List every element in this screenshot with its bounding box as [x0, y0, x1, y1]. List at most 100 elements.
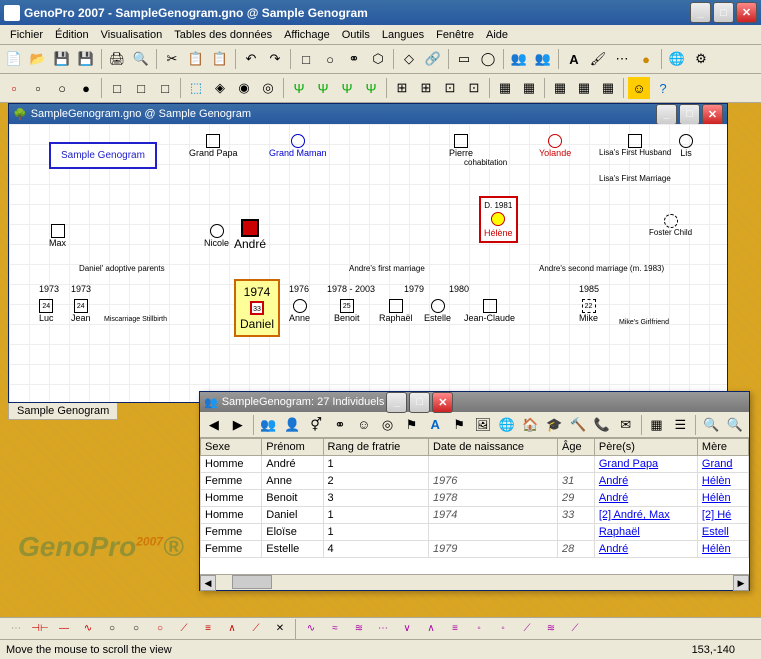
link-pere[interactable]: Grand Papa [599, 458, 658, 470]
cell[interactable]: [2] André, Max [594, 507, 697, 524]
color-button[interactable]: 🖌 [587, 48, 609, 70]
cell[interactable]: Femme [201, 524, 262, 541]
t-list[interactable]: ☰ [669, 414, 691, 436]
print-button[interactable]: 🖨 [106, 48, 128, 70]
cell[interactable]: 4 [323, 541, 428, 558]
legend-box[interactable]: Sample Genogram [49, 142, 157, 169]
bt17[interactable]: ∨ [396, 618, 418, 640]
node-grand-papa[interactable]: Grand Papa [189, 134, 238, 158]
bt9[interactable]: ≡ [197, 618, 219, 640]
dots-button[interactable]: ⋯ [611, 48, 633, 70]
t-globe[interactable]: 🌐 [496, 414, 518, 436]
cell[interactable] [428, 456, 557, 473]
tool-a[interactable]: 👥 [508, 48, 530, 70]
maximize-button[interactable]: □ [713, 2, 734, 23]
twins-icon[interactable]: ◇ [398, 48, 420, 70]
cell[interactable]: Benoit [262, 490, 323, 507]
bt4[interactable]: ∿ [77, 618, 99, 640]
copy-button[interactable]: 📋 [185, 48, 207, 70]
cell[interactable]: Grand Papa [594, 456, 697, 473]
sym13[interactable]: Ψ [312, 77, 334, 99]
cell[interactable]: Estell [697, 524, 748, 541]
bt8[interactable]: ⟋ [173, 618, 195, 640]
doc-close[interactable]: ✕ [702, 104, 723, 125]
doc-maximize[interactable]: □ [679, 104, 700, 125]
table-row[interactable]: HommeBenoit3197829AndréHélèn [201, 490, 749, 507]
bt12[interactable]: ✕ [269, 618, 291, 640]
node-lisa-husband[interactable]: Lisa's First Husband [599, 134, 671, 157]
sym15[interactable]: Ψ [360, 77, 382, 99]
cell[interactable] [558, 456, 595, 473]
node-raphael[interactable]: Raphaël [379, 299, 413, 323]
node-estelle[interactable]: Estelle [424, 299, 451, 323]
bt5[interactable]: ○ [101, 618, 123, 640]
bt20[interactable]: ◦ [468, 618, 490, 640]
globe-icon[interactable]: 🌐 [666, 48, 688, 70]
grid3-button[interactable]: ▦ [597, 77, 619, 99]
link-mere[interactable]: [2] Hé [702, 509, 731, 521]
sym18[interactable]: ⊡ [439, 77, 461, 99]
bt15[interactable]: ≋ [348, 618, 370, 640]
link-pere[interactable]: André [599, 475, 628, 487]
scroll-right[interactable]: ▶ [733, 575, 749, 591]
shape1-icon[interactable]: ▭ [453, 48, 475, 70]
table-row[interactable]: HommeDaniel1197433[2] André, Max[2] Hé [201, 507, 749, 524]
close-button[interactable]: ✕ [736, 2, 757, 23]
label-button[interactable]: A [563, 48, 585, 70]
bt16[interactable]: ⋯ [372, 618, 394, 640]
bt19[interactable]: ≡ [444, 618, 466, 640]
col-5[interactable]: Père(s) [594, 439, 697, 456]
bt21[interactable]: ◦ [492, 618, 514, 640]
undo-button[interactable]: ↶ [240, 48, 262, 70]
t-ring[interactable]: ◎ [377, 414, 399, 436]
node-yolande[interactable]: Yolande [539, 134, 571, 158]
cell[interactable]: Estelle [262, 541, 323, 558]
node-grand-maman[interactable]: Grand Maman [269, 134, 327, 158]
menu-outils[interactable]: Outils [336, 27, 376, 43]
cell[interactable]: Homme [201, 507, 262, 524]
node-jean[interactable]: 24Jean [71, 299, 91, 323]
bt11[interactable]: ⟋ [245, 618, 267, 640]
menu-tables[interactable]: Tables des données [168, 27, 278, 43]
tool-b[interactable]: 👥 [532, 48, 554, 70]
female-icon[interactable]: ○ [319, 48, 341, 70]
sym14[interactable]: Ψ [336, 77, 358, 99]
link-pere[interactable]: [2] André, Max [599, 509, 670, 521]
bt14[interactable]: ≈ [324, 618, 346, 640]
cell[interactable]: 33 [558, 507, 595, 524]
bt7[interactable]: ○ [149, 618, 171, 640]
node-helene[interactable]: D. 1981 Hélène [479, 196, 518, 243]
t-flag[interactable]: ⚑ [400, 414, 422, 436]
table-row[interactable]: FemmeEloïse1RaphaëlEstell [201, 524, 749, 541]
col-4[interactable]: Âge [558, 439, 595, 456]
preview-button[interactable]: 🔍 [130, 48, 152, 70]
sym9[interactable]: ◈ [209, 77, 231, 99]
cell[interactable] [558, 524, 595, 541]
link-mere[interactable]: Hélèn [702, 492, 731, 504]
redo-button[interactable]: ↷ [264, 48, 286, 70]
cell[interactable]: 1976 [428, 473, 557, 490]
grid-button[interactable]: ▦ [549, 77, 571, 99]
node-benoit[interactable]: 25Benoit [334, 299, 360, 323]
col-1[interactable]: Prénom [262, 439, 323, 456]
smiley-button[interactable]: ☺ [628, 77, 650, 99]
menu-visualisation[interactable]: Visualisation [95, 27, 169, 43]
bt6[interactable]: ○ [125, 618, 147, 640]
circle-tool[interactable]: ● [635, 48, 657, 70]
genogram-canvas[interactable]: Sample Genogram Grand Papa Grand Maman P… [9, 124, 727, 402]
node-foster[interactable]: Foster Child [649, 214, 692, 237]
col-0[interactable]: Sexe [201, 439, 262, 456]
open-button[interactable]: 📂 [27, 48, 49, 70]
cell[interactable]: 1 [323, 507, 428, 524]
t-flag2[interactable]: ⚑ [448, 414, 470, 436]
table-row[interactable]: HommeAndré1Grand PapaGrand [201, 456, 749, 473]
t-work[interactable]: 🔨 [567, 414, 589, 436]
node-daniel-highlight[interactable]: 1974 33 Daniel [234, 279, 280, 337]
table-titlebar[interactable]: 👥 SampleGenogram: 27 Individuels _ □ ✕ [200, 392, 749, 412]
cell[interactable]: 1978 [428, 490, 557, 507]
t-link[interactable]: ⚭ [329, 414, 351, 436]
t-grid[interactable]: ▦ [646, 414, 668, 436]
cell[interactable]: André [594, 473, 697, 490]
cell[interactable]: [2] Hé [697, 507, 748, 524]
tbl-maximize[interactable]: □ [409, 392, 430, 413]
